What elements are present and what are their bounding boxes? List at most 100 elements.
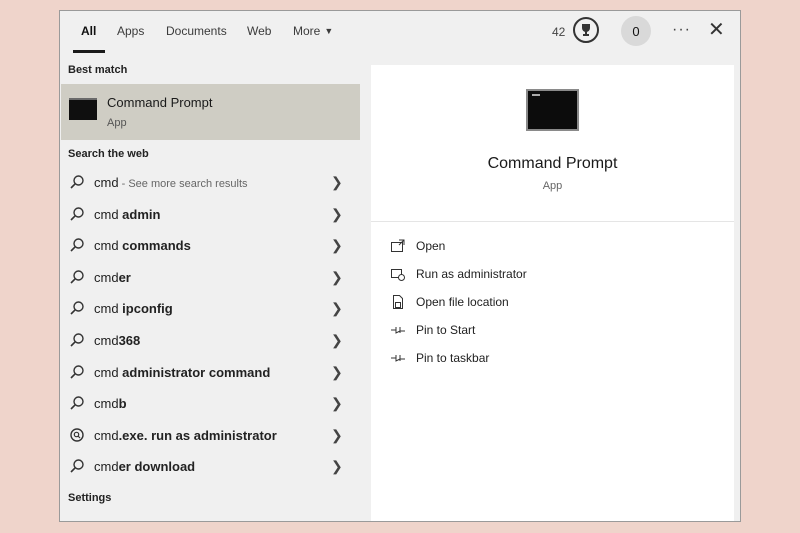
trophy-icon[interactable]	[573, 17, 599, 43]
chat-search-icon	[70, 428, 84, 442]
chevron-right-icon[interactable]: ❯	[331, 174, 343, 191]
active-tab-indicator	[73, 50, 105, 53]
chevron-right-icon[interactable]: ❯	[331, 332, 343, 349]
preview-title: Command Prompt	[487, 155, 618, 172]
query-completion: er	[118, 269, 131, 285]
web-search-query: cmd - See more search results	[94, 175, 248, 190]
best-match-subtitle: App	[107, 117, 127, 129]
search-icon	[70, 270, 84, 284]
query-completion: administrator command	[122, 364, 271, 380]
query-prefix: cmd	[94, 238, 123, 254]
action-pin-to-taskbar[interactable]: Pin to taskbar	[390, 348, 690, 370]
search-icon	[70, 459, 84, 473]
tab-all[interactable]: All	[81, 24, 96, 38]
command-prompt-large-icon	[526, 89, 579, 131]
close-icon[interactable]: ✕	[708, 18, 725, 42]
web-search-row[interactable]: cmd administrator command ❯	[61, 358, 360, 388]
search-web-label: Search the web	[68, 148, 149, 160]
shield-icon	[391, 269, 405, 281]
web-search-row[interactable]: cmdb ❯	[61, 389, 360, 419]
chevron-right-icon[interactable]: ❯	[331, 364, 343, 381]
web-search-row[interactable]: cmd.exe. run as administrator ❯	[61, 421, 360, 451]
tab-web[interactable]: Web	[247, 24, 271, 38]
caret-down-icon: ▼	[324, 26, 334, 36]
query-completion: admin	[122, 206, 161, 222]
best-match-item[interactable]: Command Prompt App	[61, 84, 360, 140]
query-completion: ipconfig	[122, 301, 173, 317]
web-search-row[interactable]: cmder download ❯	[61, 452, 360, 482]
pin-icon	[391, 355, 405, 362]
query-completion: commands	[122, 238, 191, 254]
search-icon	[70, 301, 84, 315]
query-prefix: cmd	[94, 364, 123, 380]
web-search-row[interactable]: cmd - See more search results ❯	[61, 168, 360, 198]
web-search-row[interactable]: cmder ❯	[61, 263, 360, 293]
search-icon	[70, 364, 84, 379]
search-icon	[70, 396, 84, 410]
start-search-window: All Apps Documents Web More ▼ 42 0 ··· ✕ …	[59, 10, 741, 522]
web-search-query: cmd ipconfig	[94, 301, 173, 316]
search-header: All Apps Documents Web More ▼ 42 0 ··· ✕	[60, 11, 740, 55]
query-prefix: cmd	[94, 301, 123, 317]
web-search-row[interactable]: cmd ipconfig ❯	[61, 294, 360, 324]
search-icon	[70, 175, 84, 189]
divider	[371, 221, 734, 222]
tab-apps[interactable]: Apps	[117, 24, 144, 38]
web-search-query: cmder download	[94, 459, 195, 474]
web-search-query: cmd commands	[94, 238, 191, 253]
query-completion: b	[118, 396, 127, 412]
action-open-file-location-label: Open file location	[416, 295, 509, 309]
tab-more[interactable]: More ▼	[293, 24, 333, 38]
rewards-points: 42	[552, 25, 566, 39]
action-run-as-admin[interactable]: Run as administrator	[390, 264, 690, 286]
web-search-query: cmdb	[94, 396, 127, 411]
action-pin-to-start[interactable]: Pin to Start	[390, 320, 690, 342]
web-search-query: cmd admin	[94, 207, 160, 222]
web-search-query: cmd368	[94, 333, 140, 348]
query-prefix: cmd	[94, 269, 119, 285]
tab-documents[interactable]: Documents	[166, 24, 227, 38]
query-prefix: cmd	[94, 175, 119, 190]
chevron-right-icon[interactable]: ❯	[331, 395, 343, 412]
preview-subtitle: App	[542, 180, 563, 192]
web-search-row[interactable]: cmd368 ❯	[61, 326, 360, 356]
action-open-file-location[interactable]: Open file location	[390, 292, 690, 314]
action-pin-to-taskbar-label: Pin to taskbar	[416, 351, 490, 365]
web-search-row[interactable]: cmd admin ❯	[61, 200, 360, 230]
search-icon	[70, 238, 84, 252]
query-completion: er download	[118, 459, 196, 475]
ellipsis-icon[interactable]: ···	[672, 21, 691, 39]
chevron-right-icon[interactable]: ❯	[331, 427, 343, 444]
query-completion: .exe. run as administrator	[118, 427, 277, 443]
preview-panel: Command Prompt App Open Run as administr…	[371, 65, 734, 521]
chevron-right-icon[interactable]: ❯	[331, 269, 343, 286]
chevron-right-icon[interactable]: ❯	[331, 206, 343, 223]
profile-badge[interactable]: 0	[621, 16, 651, 46]
tab-more-label: More	[293, 24, 321, 38]
chevron-right-icon[interactable]: ❯	[331, 458, 343, 475]
web-search-query: cmd administrator command	[94, 365, 270, 380]
best-match-label: Best match	[68, 64, 128, 76]
web-search-row[interactable]: cmd commands ❯	[61, 231, 360, 261]
query-prefix: cmd	[94, 396, 119, 412]
action-open-label: Open	[416, 239, 446, 253]
query-prefix: cmd	[94, 206, 123, 222]
query-prefix: cmd	[94, 427, 119, 443]
query-prefix: cmd	[94, 459, 119, 475]
query-suffix: - See more search results	[118, 178, 248, 190]
best-match-title: Command Prompt	[107, 95, 213, 110]
search-icon	[70, 206, 84, 221]
pin-icon	[391, 327, 405, 334]
command-prompt-icon	[69, 98, 97, 120]
web-search-query: cmd.exe. run as administrator	[94, 428, 277, 443]
search-icon	[70, 333, 84, 347]
query-completion: 368	[118, 333, 141, 348]
action-run-as-admin-label: Run as administrator	[416, 267, 527, 281]
chevron-right-icon[interactable]: ❯	[331, 300, 343, 317]
action-open[interactable]: Open	[390, 236, 690, 258]
action-pin-to-start-label: Pin to Start	[416, 323, 476, 337]
web-search-query: cmder	[94, 270, 131, 285]
chevron-right-icon[interactable]: ❯	[331, 237, 343, 254]
file-location-icon	[393, 295, 403, 309]
open-icon	[391, 239, 405, 252]
